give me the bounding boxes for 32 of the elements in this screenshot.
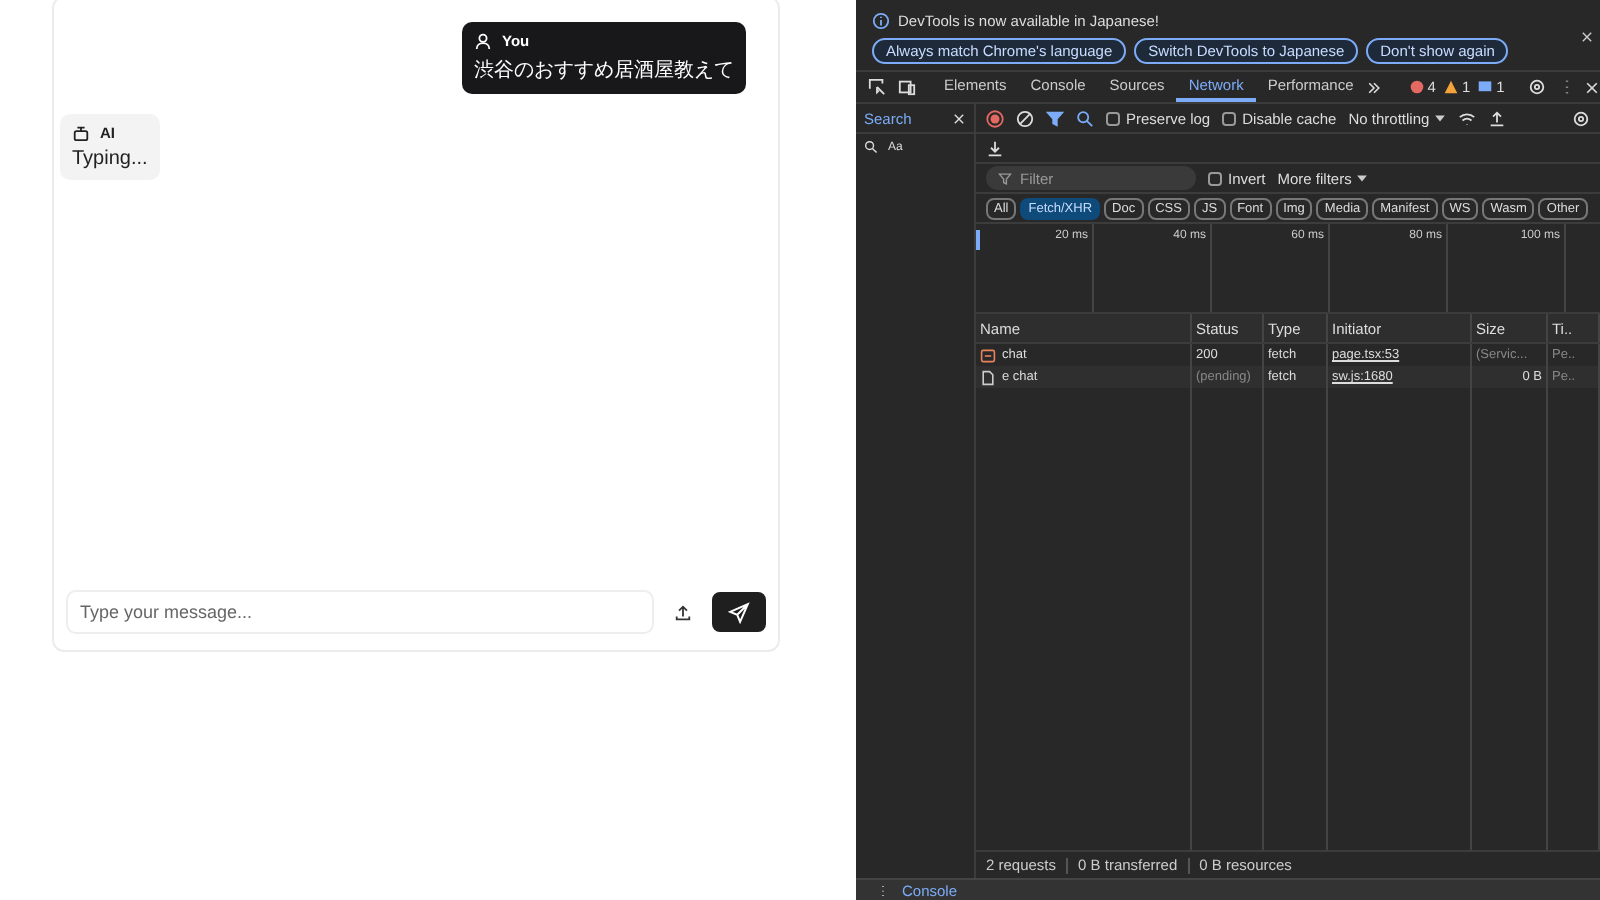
more-menu-icon[interactable] xyxy=(876,883,890,897)
message-text: 渋谷のおすすめ居酒屋教えて xyxy=(474,57,734,84)
filter-icon xyxy=(998,171,1012,185)
filter-icon[interactable] xyxy=(1046,109,1064,127)
info-icon xyxy=(872,12,890,30)
fetch-icon xyxy=(980,347,996,363)
send-icon xyxy=(728,601,750,623)
inspect-icon[interactable] xyxy=(868,78,886,96)
wifi-icon[interactable] xyxy=(1457,109,1476,127)
clear-icon[interactable] xyxy=(1016,109,1034,127)
close-icon[interactable] xyxy=(952,111,966,125)
upload-icon xyxy=(674,603,692,621)
caret-icon xyxy=(1355,171,1368,183)
caret-icon xyxy=(1433,111,1446,123)
message-text: Typing... xyxy=(72,148,148,170)
message-input[interactable]: Type your message... xyxy=(66,590,654,634)
close-icon xyxy=(1580,30,1594,44)
more-tabs-icon[interactable] xyxy=(1365,79,1382,95)
device-icon[interactable] xyxy=(898,78,916,96)
person-icon xyxy=(474,32,492,50)
document-icon xyxy=(980,369,996,385)
bot-icon xyxy=(72,124,90,142)
record-icon[interactable] xyxy=(986,109,1004,127)
close-icon[interactable] xyxy=(1584,79,1600,95)
message-icon xyxy=(1478,80,1493,94)
upload-icon[interactable] xyxy=(1487,109,1506,127)
warning-icon xyxy=(1443,80,1458,94)
search-icon[interactable] xyxy=(1076,109,1094,127)
search-icon xyxy=(864,140,878,154)
send-button[interactable] xyxy=(712,592,766,632)
download-icon[interactable] xyxy=(986,139,1004,157)
error-icon xyxy=(1409,80,1424,94)
